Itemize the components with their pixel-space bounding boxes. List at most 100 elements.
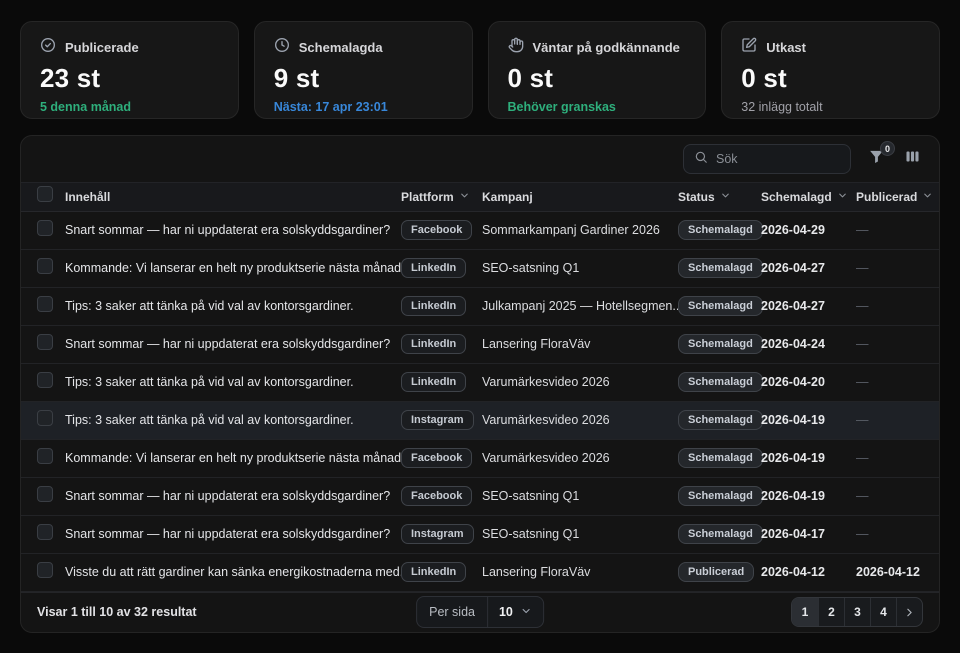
row-status-cell: Schemalagd: [678, 258, 761, 278]
row-platform-cell: LinkedIn: [401, 334, 482, 354]
filter-button[interactable]: 0: [865, 148, 887, 170]
table-body: Snart sommar — har ni uppdaterat era sol…: [21, 212, 939, 592]
row-scheduled-date: 2026-04-17: [761, 527, 856, 541]
platform-badge: Facebook: [401, 486, 472, 506]
search-input[interactable]: [716, 152, 840, 166]
stat-label: Väntar på godkännande: [533, 40, 680, 55]
stat-subtext: Behöver granskas: [508, 100, 687, 114]
page-button-1[interactable]: 1: [792, 598, 818, 626]
table-row[interactable]: Visste du att rätt gardiner kan sänka en…: [21, 554, 939, 592]
table-row[interactable]: Tips: 3 saker att tänka på vid val av ko…: [21, 364, 939, 402]
table-row[interactable]: Tips: 3 saker att tänka på vid val av ko…: [21, 402, 939, 440]
status-badge: Schemalagd: [678, 220, 763, 240]
row-content-text: Snart sommar — har ni uppdaterat era sol…: [65, 527, 401, 541]
row-platform-cell: Instagram: [401, 410, 482, 430]
row-published-date: —: [856, 527, 923, 541]
row-checkbox[interactable]: [37, 410, 53, 426]
row-checkbox[interactable]: [37, 220, 53, 236]
table-header-row: Innehåll Plattform Kampanj Status Schema…: [21, 182, 939, 212]
row-published-date: 2026-04-12: [856, 565, 923, 579]
table-toolbar: 0: [21, 136, 939, 182]
table-row[interactable]: Snart sommar — har ni uppdaterat era sol…: [21, 516, 939, 554]
row-published-date: —: [856, 337, 923, 351]
row-content-text: Snart sommar — har ni uppdaterat era sol…: [65, 337, 401, 351]
stat-card-drafts: Utkast 0 st 32 inlägg totalt: [721, 21, 940, 119]
clock-icon: [274, 37, 290, 58]
page-button-4[interactable]: 4: [870, 598, 896, 626]
row-scheduled-date: 2026-04-19: [761, 451, 856, 465]
chevron-down-icon: [922, 190, 933, 204]
row-platform-cell: Instagram: [401, 524, 482, 544]
table-footer: Visar 1 till 10 av 32 resultat Per sida …: [21, 592, 939, 632]
row-checkbox[interactable]: [37, 448, 53, 464]
row-checkbox[interactable]: [37, 372, 53, 388]
status-badge: Schemalagd: [678, 410, 763, 430]
select-all-checkbox[interactable]: [37, 186, 53, 202]
status-badge: Schemalagd: [678, 524, 763, 544]
row-status-cell: Schemalagd: [678, 296, 761, 316]
row-checkbox[interactable]: [37, 296, 53, 312]
search-box[interactable]: [683, 144, 851, 174]
row-status-cell: Schemalagd: [678, 334, 761, 354]
column-header-status[interactable]: Status: [678, 190, 761, 204]
column-header-campaign: Kampanj: [482, 190, 678, 204]
per-page-control: Per sida 10: [416, 596, 544, 628]
platform-badge: Instagram: [401, 524, 474, 544]
status-badge: Schemalagd: [678, 258, 763, 278]
row-content-text: Tips: 3 saker att tänka på vid val av ko…: [65, 413, 401, 427]
row-scheduled-date: 2026-04-19: [761, 489, 856, 503]
posts-table-panel: 0 Innehåll Plattform Kampanj Status Sche…: [20, 135, 940, 633]
stat-subtext: 32 inlägg totalt: [741, 100, 920, 114]
row-content-text: Snart sommar — har ni uppdaterat era sol…: [65, 489, 401, 503]
next-page-button[interactable]: [896, 598, 922, 626]
row-scheduled-date: 2026-04-24: [761, 337, 856, 351]
row-checkbox[interactable]: [37, 334, 53, 350]
page-button-3[interactable]: 3: [844, 598, 870, 626]
stat-label: Publicerade: [65, 40, 139, 55]
row-content-text: Visste du att rätt gardiner kan sänka en…: [65, 565, 401, 579]
status-badge: Schemalagd: [678, 296, 763, 316]
row-content-text: Kommande: Vi lanserar en helt ny produkt…: [65, 451, 401, 465]
row-campaign-text: SEO-satsning Q1: [482, 489, 678, 503]
column-header-published[interactable]: Publicerad: [856, 190, 933, 204]
platform-badge: LinkedIn: [401, 372, 466, 392]
column-header-platform[interactable]: Plattform: [401, 190, 482, 204]
row-published-date: —: [856, 451, 923, 465]
row-status-cell: Schemalagd: [678, 410, 761, 430]
row-checkbox[interactable]: [37, 562, 53, 578]
stat-value: 23 st: [40, 63, 219, 94]
row-checkbox[interactable]: [37, 258, 53, 274]
row-platform-cell: LinkedIn: [401, 296, 482, 316]
row-published-date: —: [856, 413, 923, 427]
row-campaign-text: Varumärkesvideo 2026: [482, 375, 678, 389]
row-campaign-text: SEO-satsning Q1: [482, 261, 678, 275]
table-row[interactable]: Kommande: Vi lanserar en helt ny produkt…: [21, 250, 939, 288]
table-row[interactable]: Snart sommar — har ni uppdaterat era sol…: [21, 326, 939, 364]
platform-badge: LinkedIn: [401, 334, 466, 354]
stat-subtext: Nästa: 17 apr 23:01: [274, 100, 453, 114]
platform-badge: LinkedIn: [401, 562, 466, 582]
column-header-content: Innehåll: [65, 190, 401, 204]
row-checkbox[interactable]: [37, 524, 53, 540]
row-checkbox-cell: [37, 486, 65, 507]
page-button-2[interactable]: 2: [818, 598, 844, 626]
row-status-cell: Schemalagd: [678, 448, 761, 468]
row-platform-cell: Facebook: [401, 448, 482, 468]
row-checkbox[interactable]: [37, 486, 53, 502]
hand-icon: [508, 37, 524, 58]
column-header-scheduled[interactable]: Schemalagd: [761, 190, 856, 204]
columns-button[interactable]: [901, 148, 923, 170]
table-row[interactable]: Kommande: Vi lanserar en helt ny produkt…: [21, 440, 939, 478]
row-published-date: —: [856, 489, 923, 503]
square-pen-icon: [741, 37, 757, 58]
row-checkbox-cell: [37, 258, 65, 279]
table-row[interactable]: Snart sommar — har ni uppdaterat era sol…: [21, 478, 939, 516]
per-page-select[interactable]: 10: [487, 597, 543, 627]
stat-label: Utkast: [766, 40, 806, 55]
status-badge: Schemalagd: [678, 372, 763, 392]
table-row[interactable]: Tips: 3 saker att tänka på vid val av ko…: [21, 288, 939, 326]
row-checkbox-cell: [37, 372, 65, 393]
table-row[interactable]: Snart sommar — har ni uppdaterat era sol…: [21, 212, 939, 250]
row-campaign-text: Varumärkesvideo 2026: [482, 451, 678, 465]
stat-card-scheduled: Schemalagda 9 st Nästa: 17 apr 23:01: [254, 21, 473, 119]
